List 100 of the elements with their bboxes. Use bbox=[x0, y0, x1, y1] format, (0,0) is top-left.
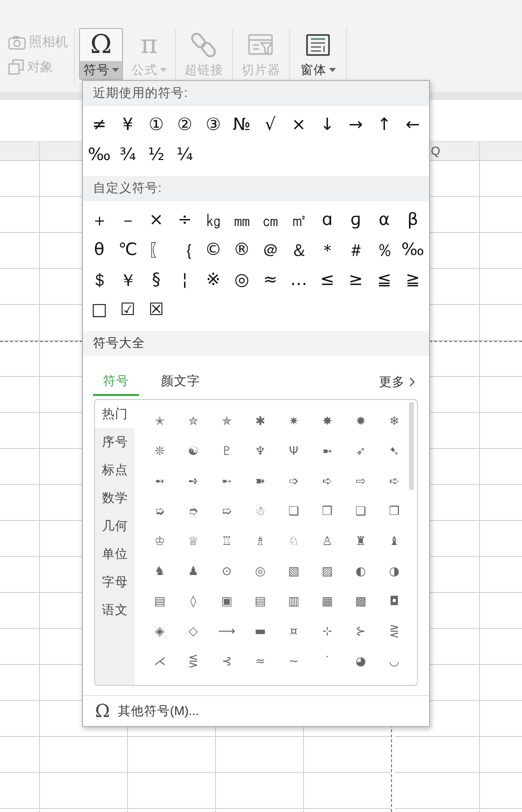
symbol-item[interactable]: ▤ bbox=[244, 586, 277, 616]
symbol-item[interactable]: ◑ bbox=[378, 556, 411, 586]
symbol-item[interactable]: ♆ bbox=[244, 436, 277, 466]
symbol-item[interactable]: ◎ bbox=[228, 265, 256, 295]
more-symbols-button[interactable]: Ω 其他符号(M)... bbox=[91, 698, 204, 724]
symbol-item[interactable]: ✱ bbox=[244, 406, 277, 436]
symbol-item[interactable]: ⋌ bbox=[143, 646, 176, 676]
symbol-item[interactable]: ➭ bbox=[143, 496, 176, 526]
symbol-item[interactable]: ◘ bbox=[378, 586, 411, 616]
symbol-item[interactable]: ｛ bbox=[170, 235, 199, 265]
symbol-item[interactable]: ＃ bbox=[342, 235, 370, 265]
symbol-item[interactable]: ㎏ bbox=[199, 205, 228, 235]
symbol-item[interactable]: ➼ bbox=[310, 436, 344, 466]
symbol-item[interactable]: ♖ bbox=[210, 526, 244, 556]
symbol-item[interactable]: θ bbox=[85, 235, 114, 265]
symbol-item[interactable]: ≤ bbox=[313, 265, 342, 295]
symbol-item[interactable]: ɑ bbox=[313, 205, 342, 235]
symbol-item[interactable]: ➪ bbox=[378, 466, 411, 496]
symbol-item[interactable]: ♞ bbox=[143, 556, 176, 586]
symbol-item[interactable]: ♜ bbox=[344, 526, 378, 556]
symbol-item[interactable]: ➮ bbox=[176, 496, 210, 526]
symbol-item[interactable]: α bbox=[370, 205, 398, 235]
symbol-item[interactable]: ▬ bbox=[244, 616, 277, 646]
symbol-item[interactable]: ❑ bbox=[344, 496, 378, 526]
symbol-item[interactable]: ➩ bbox=[277, 466, 310, 496]
symbol-item[interactable]: © bbox=[199, 235, 228, 265]
symbol-item[interactable]: ◇ bbox=[176, 616, 210, 646]
symbol-item[interactable]: ½ bbox=[142, 140, 170, 170]
symbol-item[interactable]: ➽ bbox=[244, 466, 277, 496]
symbol-item[interactable]: § bbox=[142, 265, 170, 295]
symbol-item[interactable]: ⟶ bbox=[210, 616, 244, 646]
column-header[interactable]: Q bbox=[430, 144, 440, 158]
symbol-item[interactable]: × bbox=[142, 205, 170, 235]
ribbon-button[interactable]: Ω 符号 bbox=[79, 28, 123, 80]
symbol-item[interactable]: ☑ bbox=[114, 295, 142, 325]
symbol-item[interactable]: ¾ bbox=[114, 140, 142, 170]
symbol-item[interactable]: → bbox=[342, 110, 370, 140]
symbol-item[interactable]: ⊰ bbox=[210, 646, 244, 676]
symbol-item[interactable]: ◎ bbox=[244, 556, 277, 586]
symbol-item[interactable]: ＠ bbox=[256, 235, 284, 265]
symbol-item[interactable]: √ bbox=[256, 110, 284, 140]
scrollbar[interactable] bbox=[409, 402, 414, 490]
symbol-item[interactable]: ☯ bbox=[176, 436, 210, 466]
symbol-item[interactable]: ＆ bbox=[284, 235, 313, 265]
symbol-item[interactable]: ≥ bbox=[342, 265, 370, 295]
symbol-item[interactable]: ® bbox=[228, 235, 256, 265]
symbol-item[interactable]: ➶ bbox=[344, 436, 378, 466]
symbol-item[interactable]: ‰ bbox=[398, 235, 427, 265]
symbol-item[interactable]: ⊹ bbox=[310, 616, 344, 646]
symbol-item[interactable]: ⊙ bbox=[210, 556, 244, 586]
symbol-item[interactable]: ➷ bbox=[378, 436, 411, 466]
symbol-item[interactable]: Ψ bbox=[277, 436, 310, 466]
symbol-item[interactable]: ％ bbox=[370, 235, 398, 265]
symbol-item[interactable]: ➪ bbox=[310, 466, 344, 496]
symbol-item[interactable]: ❒ bbox=[378, 496, 411, 526]
symbol-item[interactable]: 〖 bbox=[142, 235, 170, 265]
symbol-item[interactable]: ɡ bbox=[342, 205, 370, 235]
symbol-item[interactable]: ㎜ bbox=[228, 205, 256, 235]
symbol-item[interactable]: ▧ bbox=[277, 556, 310, 586]
symbol-item[interactable]: ➻ bbox=[143, 466, 176, 496]
symbol-item[interactable]: ❊ bbox=[143, 436, 176, 466]
symbol-item[interactable]: ♝ bbox=[378, 526, 411, 556]
symbol-item[interactable]: ¼ bbox=[170, 140, 199, 170]
symbol-item[interactable]: ∼ bbox=[277, 646, 310, 676]
symbol-item[interactable]: ◊ bbox=[176, 586, 210, 616]
category-item[interactable]: 单位 bbox=[95, 540, 135, 568]
category-item[interactable]: 几何 bbox=[95, 512, 135, 540]
symbol-item[interactable]: ¤ bbox=[277, 616, 310, 646]
symbol-item[interactable]: ① bbox=[142, 110, 170, 140]
symbol-item[interactable]: ‰ bbox=[85, 140, 114, 170]
category-item[interactable]: 字母 bbox=[95, 568, 135, 596]
symbol-item[interactable]: № bbox=[228, 110, 256, 140]
symbol-item[interactable]: □ bbox=[85, 295, 114, 325]
symbol-item[interactable]: ♗ bbox=[244, 526, 277, 556]
symbol-item[interactable]: ≦ bbox=[370, 265, 398, 295]
symbol-item[interactable]: ＋ bbox=[85, 205, 114, 235]
symbol-item[interactable]: ✷ bbox=[277, 406, 310, 436]
symbol-item[interactable]: ← bbox=[398, 110, 427, 140]
symbol-item[interactable]: ✹ bbox=[344, 406, 378, 436]
symbol-item[interactable]: ❄ bbox=[378, 406, 411, 436]
symbol-item[interactable]: ※ bbox=[199, 265, 228, 295]
symbol-item[interactable]: ♙ bbox=[310, 526, 344, 556]
symbol-item[interactable]: ◐ bbox=[344, 556, 378, 586]
symbol-item[interactable]: ✸ bbox=[310, 406, 344, 436]
symbol-item[interactable]: ✯ bbox=[210, 406, 244, 436]
symbol-item[interactable]: ◡ bbox=[378, 646, 411, 676]
symbol-item[interactable]: ⋚ bbox=[176, 646, 210, 676]
symbol-item[interactable]: ≠ bbox=[85, 110, 114, 140]
symbol-item[interactable]: ＄ bbox=[85, 265, 114, 295]
symbol-item[interactable]: ≧ bbox=[398, 265, 427, 295]
category-item[interactable]: 标点 bbox=[95, 456, 135, 484]
symbol-item[interactable]: ▤ bbox=[143, 586, 176, 616]
symbol-item[interactable]: β bbox=[398, 205, 427, 235]
symbol-item[interactable]: ＊ bbox=[313, 235, 342, 265]
symbol-item[interactable]: ▥ bbox=[277, 586, 310, 616]
symbol-item[interactable]: ◕ bbox=[344, 646, 378, 676]
symbol-item[interactable]: ÷ bbox=[170, 205, 199, 235]
symbol-item[interactable]: ⋛ bbox=[378, 616, 411, 646]
symbol-item[interactable]: ▣ bbox=[210, 586, 244, 616]
symbol-item[interactable]: ➸ bbox=[210, 466, 244, 496]
